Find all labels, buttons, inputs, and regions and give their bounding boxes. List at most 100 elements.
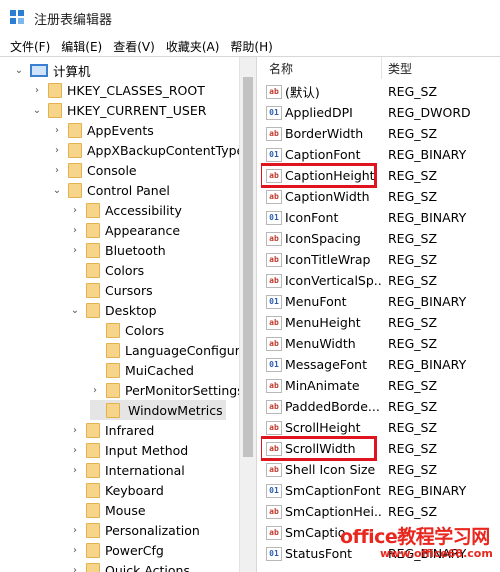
- tree-item[interactable]: LanguageConfigura: [90, 340, 239, 360]
- chevron-right-icon[interactable]: ›: [70, 245, 80, 256]
- tree-item[interactable]: Cursors: [70, 280, 153, 300]
- values-list[interactable]: 名称 类型 ab(默认)REG_SZ01AppliedDPIREG_DWORDa…: [261, 57, 500, 572]
- column-separator[interactable]: [381, 57, 382, 79]
- value-row[interactable]: abSmCaptionHei...REG_SZ: [261, 501, 500, 522]
- value-name: Shell Icon Size: [285, 462, 383, 477]
- tree-item-label: Personalization: [105, 523, 200, 538]
- binary-value-icon: 01: [266, 295, 282, 309]
- tree-scrollbar[interactable]: [239, 57, 256, 572]
- menu-item[interactable]: 收藏夹(A): [166, 38, 220, 55]
- value-row[interactable]: abMenuHeightREG_SZ: [261, 312, 500, 333]
- tree-item[interactable]: ›Console: [52, 160, 137, 180]
- value-type: REG_SZ: [388, 168, 437, 183]
- tree-item[interactable]: ⌄计算机: [14, 60, 91, 80]
- tree-item[interactable]: Mouse: [70, 500, 146, 520]
- folder-icon: [86, 303, 100, 318]
- column-header-type[interactable]: 类型: [388, 57, 412, 79]
- tree-item-label: LanguageConfigura: [125, 343, 239, 358]
- value-row[interactable]: abPaddedBorde...REG_SZ: [261, 396, 500, 417]
- folder-icon: [106, 323, 120, 338]
- chevron-right-icon[interactable]: ›: [70, 205, 80, 216]
- menu-item[interactable]: 帮助(H): [230, 38, 272, 55]
- value-row[interactable]: 01MenuFontREG_BINARY: [261, 291, 500, 312]
- tree-item[interactable]: ›Input Method: [70, 440, 188, 460]
- folder-icon: [86, 283, 100, 298]
- chevron-right-icon[interactable]: ›: [32, 85, 42, 96]
- value-row[interactable]: abShell Icon SizeREG_SZ: [261, 459, 500, 480]
- chevron-down-icon[interactable]: ⌄: [70, 305, 80, 316]
- value-name: AppliedDPI: [285, 105, 383, 120]
- tree-item[interactable]: ›Infrared: [70, 420, 154, 440]
- tree-item[interactable]: Keyboard: [70, 480, 164, 500]
- value-row[interactable]: 01IconFontREG_BINARY: [261, 207, 500, 228]
- tree-item[interactable]: ›International: [70, 460, 185, 480]
- value-row[interactable]: ab(默认)REG_SZ: [261, 81, 500, 102]
- chevron-right-icon[interactable]: ›: [52, 125, 62, 136]
- value-row[interactable]: abScrollHeightREG_SZ: [261, 417, 500, 438]
- value-row[interactable]: abIconVerticalSp...REG_SZ: [261, 270, 500, 291]
- highlight-box: [261, 436, 377, 461]
- value-row[interactable]: abMenuWidthREG_SZ: [261, 333, 500, 354]
- tree-item[interactable]: ›AppXBackupContentType: [52, 140, 239, 160]
- chevron-right-icon[interactable]: ›: [90, 385, 100, 396]
- chevron-right-icon[interactable]: ›: [70, 425, 80, 436]
- folder-icon: [68, 123, 82, 138]
- value-row[interactable]: abMinAnimateREG_SZ: [261, 375, 500, 396]
- tree-item[interactable]: Colors: [70, 260, 144, 280]
- chevron-down-icon[interactable]: ⌄: [14, 65, 24, 76]
- tree-item-label: HKEY_CLASSES_ROOT: [67, 83, 205, 98]
- tree-item[interactable]: › Personalization: [70, 520, 200, 540]
- chevron-right-icon[interactable]: ›: [70, 465, 80, 476]
- folder-icon: [86, 543, 100, 558]
- folder-icon: [106, 363, 120, 378]
- chevron-right-icon[interactable]: ›: [70, 445, 80, 456]
- folder-icon: [106, 403, 120, 418]
- chevron-right-icon[interactable]: ›: [70, 225, 80, 236]
- tree-item[interactable]: ›AppEvents: [52, 120, 154, 140]
- value-row[interactable]: 01MessageFontREG_BINARY: [261, 354, 500, 375]
- tree-item[interactable]: ›Accessibility: [70, 200, 182, 220]
- tree-item[interactable]: ⌄HKEY_CURRENT_USER: [32, 100, 206, 120]
- value-type: REG_BINARY: [388, 210, 466, 225]
- registry-tree[interactable]: ⌄计算机 › HKEY_CLASSES_ROOT ⌄HKEY_CURRENT_USER…: [0, 57, 239, 572]
- tree-item-label: Colors: [125, 323, 164, 338]
- menu-item[interactable]: 查看(V): [113, 38, 155, 55]
- value-row[interactable]: 01CaptionFontREG_BINARY: [261, 144, 500, 165]
- value-row[interactable]: abIconTitleWrapREG_SZ: [261, 249, 500, 270]
- chevron-right-icon[interactable]: ›: [52, 145, 62, 156]
- tree-item[interactable]: MuiCached: [90, 360, 194, 380]
- column-header-name[interactable]: 名称: [269, 57, 293, 79]
- folder-icon: [86, 243, 100, 258]
- chevron-right-icon[interactable]: ›: [52, 165, 62, 176]
- menu-item[interactable]: 文件(F): [10, 38, 50, 55]
- value-type: REG_SZ: [388, 399, 437, 414]
- tree-scrollbar-thumb[interactable]: [243, 77, 253, 457]
- tree-item[interactable]: › HKEY_CLASSES_ROOT: [32, 80, 205, 100]
- value-row[interactable]: 01AppliedDPIREG_DWORD: [261, 102, 500, 123]
- tree-item-label: WindowMetrics: [125, 403, 226, 418]
- chevron-right-icon[interactable]: ›: [70, 525, 80, 536]
- value-row[interactable]: abCaptionWidthREG_SZ: [261, 186, 500, 207]
- tree-item[interactable]: WindowMetrics: [90, 400, 226, 420]
- chevron-right-icon[interactable]: ›: [70, 545, 80, 556]
- tree-item[interactable]: ⌄Desktop: [70, 300, 157, 320]
- value-type: REG_SZ: [388, 462, 437, 477]
- tree-item[interactable]: Colors: [90, 320, 164, 340]
- tree-item[interactable]: ›PowerCfg: [70, 540, 164, 560]
- value-row[interactable]: 01SmCaptionFontREG_BINARY: [261, 480, 500, 501]
- tree-item[interactable]: ⌄Control Panel: [52, 180, 170, 200]
- value-type: REG_SZ: [388, 441, 437, 456]
- value-row[interactable]: abIconSpacingREG_SZ: [261, 228, 500, 249]
- computer-icon: [30, 64, 48, 77]
- chevron-down-icon[interactable]: ⌄: [52, 185, 62, 196]
- tree-item[interactable]: ›Bluetooth: [70, 240, 166, 260]
- tree-item[interactable]: ›Appearance: [70, 220, 180, 240]
- tree-item[interactable]: ›Quick Actions: [70, 560, 190, 572]
- value-name: (默认): [285, 82, 383, 101]
- menu-item[interactable]: 编辑(E): [61, 38, 102, 55]
- value-type: REG_SZ: [388, 273, 437, 288]
- value-row[interactable]: abBorderWidthREG_SZ: [261, 123, 500, 144]
- chevron-down-icon[interactable]: ⌄: [32, 105, 42, 116]
- tree-item[interactable]: ›PerMonitorSettings: [90, 380, 239, 400]
- value-name: MinAnimate: [285, 378, 383, 393]
